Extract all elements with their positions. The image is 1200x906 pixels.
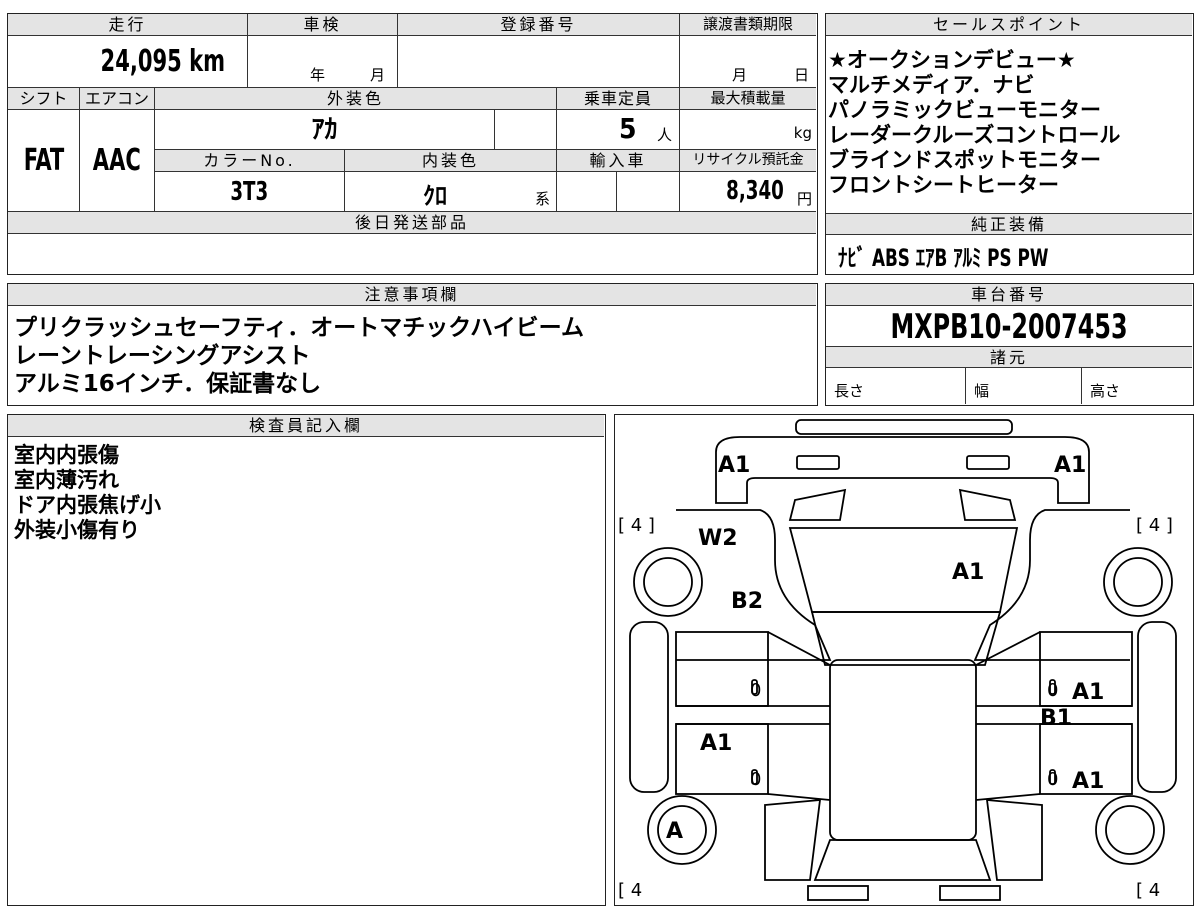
registration-label: 登録番号 [398, 14, 680, 36]
damage-code: 0 [1047, 680, 1058, 701]
inspector-line: ドア内張焦げ小 [14, 493, 161, 517]
sales-points-label: セールスポイント [826, 14, 1192, 36]
notes-list: プリクラッシュセーフティ．オートマチックハイビーム レーントレーシングアシスト … [14, 314, 584, 398]
spec-height-label: 高さ [1090, 382, 1121, 400]
standard-equipment-label: 純正装備 [826, 213, 1192, 235]
recycle-fee-label: リサイクル預託金 [680, 150, 816, 172]
sales-point-item: マルチメディア．ナビ [828, 73, 1035, 97]
inspection-label: 車検 [248, 14, 398, 36]
standard-equipment-value: ﾅﾋﾞ ABS ｴｱB ｱﾙﾐ PS PW [838, 244, 1049, 272]
inspection-year-unit: 年 [310, 66, 326, 84]
tire-bracket-bottom-left: [ 4 [618, 880, 642, 901]
chassis-box: 車台番号 MXPB10-2007453 諸元 長さ 幅 高さ [825, 283, 1194, 406]
interior-color-value: ｸﾛ [423, 182, 447, 210]
max-load-label: 最大積載量 [680, 88, 816, 110]
transfer-month-unit: 月 [732, 66, 748, 84]
capacity-value: 5 [619, 112, 637, 145]
inspector-box: 検査員記入欄 室内内張傷 室内薄汚れ ドア内張焦げ小 外装小傷有り [7, 414, 606, 906]
spec-length-label: 長さ [834, 382, 865, 400]
damage-code: 0 [750, 769, 761, 790]
later-parts-value [8, 234, 816, 273]
aircon-value: AAC [92, 143, 142, 178]
capacity-label: 乗車定員 [557, 88, 680, 110]
tire-bracket-top-right: [ 4 ] [1136, 515, 1173, 536]
tire-bracket-top-left: [ 4 ] [618, 515, 655, 536]
mileage-value: 24,095 km [100, 44, 226, 79]
inspector-line: 室内薄汚れ [14, 468, 119, 492]
damage-code: 0 [1047, 769, 1058, 790]
tire-bracket-bottom-right: [ 4 [1136, 880, 1160, 901]
damage-code: B1 [1040, 706, 1072, 731]
car-damage-diagram: [ 4 ] [ 4 ] [ 4 [ 4 A1 A1 W2 A1 B2 0 A1 … [618, 419, 1177, 901]
inspector-list: 室内内張傷 室内薄汚れ ドア内張焦げ小 外装小傷有り [14, 443, 161, 543]
sales-point-item: ブラインドスポットモニター [828, 148, 1101, 172]
chassis-value: MXPB10-2007453 [890, 307, 1128, 347]
transfer-day-unit: 日 [794, 66, 810, 84]
notes-label: 注意事項欄 [8, 284, 816, 306]
interior-color-label: 内装色 [345, 150, 557, 172]
later-parts-label: 後日発送部品 [8, 212, 816, 234]
mileage-label: 走行 [8, 14, 248, 36]
specs-label: 諸元 [826, 346, 1192, 368]
damage-code: A1 [718, 453, 750, 478]
sales-point-item: パノラミックビューモニター [828, 98, 1101, 122]
vehicle-spec-table: 走行 車検 登録番号 譲渡書類期限 24,095 km 年 月 月 日 シフト … [7, 13, 818, 275]
damage-code: A1 [1054, 453, 1086, 478]
recycle-fee-value: 8,340 [726, 176, 784, 206]
inspector-line: 室内内張傷 [14, 443, 119, 467]
shift-label: シフト [8, 88, 80, 110]
damage-code: W2 [698, 526, 738, 551]
note-line: アルミ16インチ．保証書なし [14, 371, 322, 397]
inspector-line: 外装小傷有り [14, 518, 140, 542]
damage-code: A1 [1072, 769, 1104, 794]
capacity-unit: 人 [657, 126, 673, 144]
damage-code: 0 [750, 680, 761, 701]
inspector-label: 検査員記入欄 [8, 415, 604, 437]
note-line: レーントレーシングアシスト [14, 343, 311, 369]
damage-code: A1 [700, 731, 732, 756]
exterior-color-value: ｱｶ [311, 115, 338, 145]
notes-box: 注意事項欄 プリクラッシュセーフティ．オートマチックハイビーム レーントレーシン… [7, 283, 818, 406]
inspection-month-unit: 月 [370, 66, 386, 84]
damage-code: B2 [731, 589, 763, 614]
damage-code: A1 [1072, 680, 1104, 705]
sales-points-list: ★オークションデビュー★ マルチメディア．ナビ パノラミックビューモニター レー… [828, 48, 1120, 198]
import-label: 輸入車 [557, 150, 680, 172]
aircon-label: エアコン [80, 88, 155, 110]
chassis-label: 車台番号 [826, 284, 1192, 306]
damage-code: A [666, 819, 683, 844]
color-no-value: 3T3 [230, 177, 269, 207]
registration-value [398, 36, 680, 88]
damage-diagram-box: [ 4 ] [ 4 ] [ 4 [ 4 A1 A1 W2 A1 B2 0 A1 … [614, 414, 1194, 906]
transfer-deadline-label: 譲渡書類期限 [680, 14, 816, 36]
spec-width-label: 幅 [974, 382, 990, 400]
recycle-fee-unit: 円 [796, 190, 812, 208]
interior-color-suffix: 系 [534, 190, 550, 208]
shift-value: FAT [23, 143, 64, 178]
color-no-label: カラーNo. [155, 150, 345, 172]
exterior-color-label: 外装色 [155, 88, 557, 110]
note-line: プリクラッシュセーフティ．オートマチックハイビーム [14, 315, 584, 341]
damage-code: A1 [952, 560, 984, 585]
sales-point-item: ★オークションデビュー★ [828, 48, 1076, 72]
sales-point-item: フロントシートヒーター [828, 173, 1059, 197]
max-load-unit: kg [793, 124, 812, 142]
sales-points-box: セールスポイント ★オークションデビュー★ マルチメディア．ナビ パノラミックビ… [825, 13, 1194, 275]
sales-point-item: レーダークルーズコントロール [828, 123, 1121, 147]
